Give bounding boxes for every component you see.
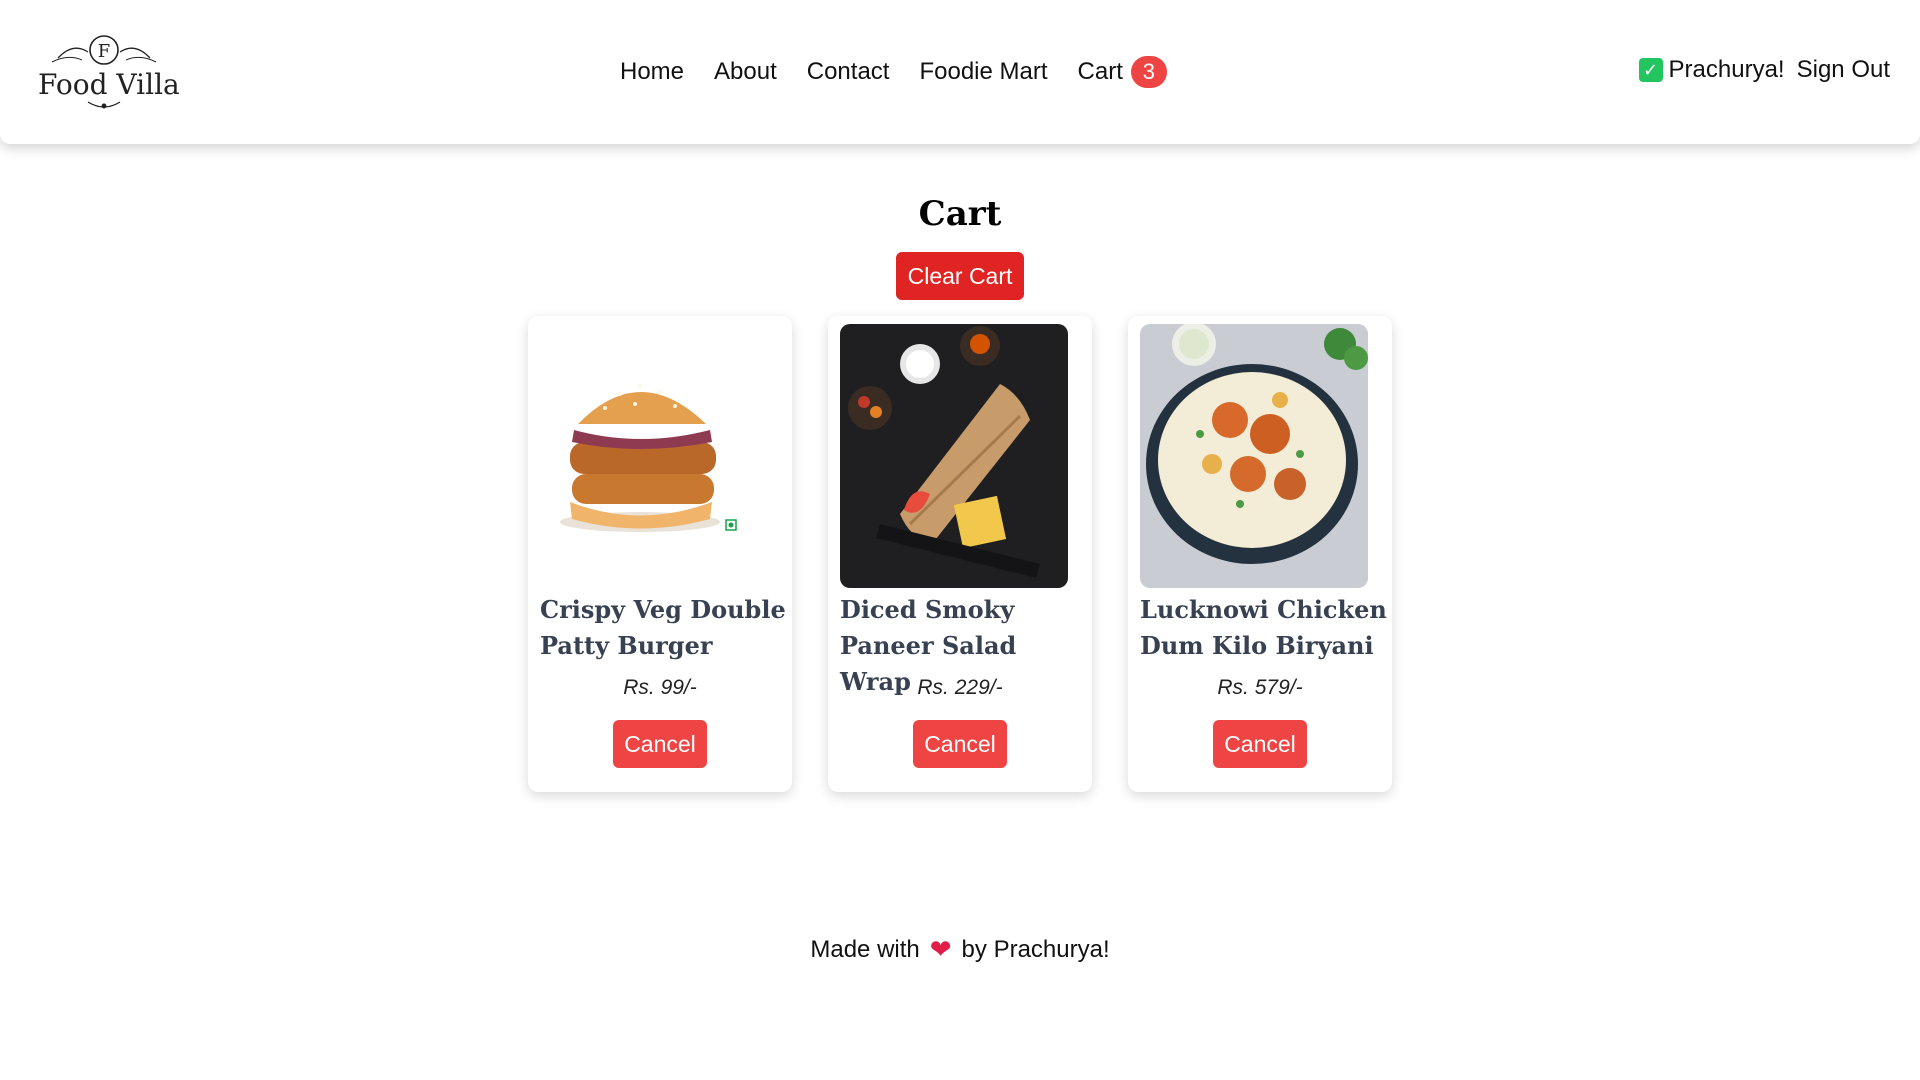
cart-count-badge: 3 <box>1130 56 1167 88</box>
cancel-item-button[interactable]: Cancel <box>613 720 707 768</box>
nav-cart[interactable]: Cart 3 <box>1078 56 1167 88</box>
nav-contact[interactable]: Contact <box>807 58 890 86</box>
cancel-item-button[interactable]: Cancel <box>1213 720 1307 768</box>
nav-foodie-mart[interactable]: Foodie Mart <box>919 58 1047 86</box>
item-price: Rs. 99/- <box>623 676 697 699</box>
item-name: Lucknowi Chicken Dum Kilo Biryani <box>1140 595 1387 660</box>
cart-item-card: Lucknowi Chicken Dum Kilo Biryani Rs. 57… <box>1128 316 1392 792</box>
svg-text:F: F <box>98 41 111 62</box>
cart-item-card: Diced Smoky Paneer Salad Wrap Rs. 229/- … <box>828 316 1092 792</box>
biryani-image <box>1140 324 1368 588</box>
logo-text: Food Villa <box>38 68 180 101</box>
item-price: Rs. 579/- <box>1217 676 1303 699</box>
site-footer: Made with ❤ by Prachurya! <box>0 934 1920 965</box>
footer-prefix: Made with <box>810 935 920 963</box>
nav-about[interactable]: About <box>714 58 777 86</box>
user-area: ✓ Prachurya! Sign Out <box>1638 56 1890 84</box>
nav-cart-label: Cart <box>1077 58 1123 85</box>
food-villa-logo[interactable]: F Food Villa <box>38 32 180 112</box>
site-header: F Food Villa Home About Contact Foodie M… <box>0 0 1920 144</box>
main-nav: Home About Contact Foodie Mart Cart 3 <box>620 56 1167 88</box>
item-price: Rs. 229/- <box>917 676 1003 699</box>
online-check-icon: ✓ <box>1638 58 1663 82</box>
wrap-image <box>840 324 1068 588</box>
cart-items-list: Crispy Veg Double Patty Burger Rs. 99/- … <box>528 316 1392 792</box>
cancel-item-button[interactable]: Cancel <box>913 720 1007 768</box>
footer-suffix: by Prachurya! <box>961 935 1110 963</box>
page-title: Cart <box>918 194 1002 234</box>
burger-image <box>540 324 768 588</box>
user-name: Prachurya! <box>1668 56 1785 83</box>
cart-item-card: Crispy Veg Double Patty Burger Rs. 99/- … <box>528 316 792 792</box>
nav-home[interactable]: Home <box>620 58 684 86</box>
heart-icon: ❤ <box>929 934 952 964</box>
item-name: Crispy Veg Double Patty Burger <box>540 595 786 660</box>
sign-out-link[interactable]: Sign Out <box>1797 56 1890 84</box>
clear-cart-button[interactable]: Clear Cart <box>896 252 1024 300</box>
